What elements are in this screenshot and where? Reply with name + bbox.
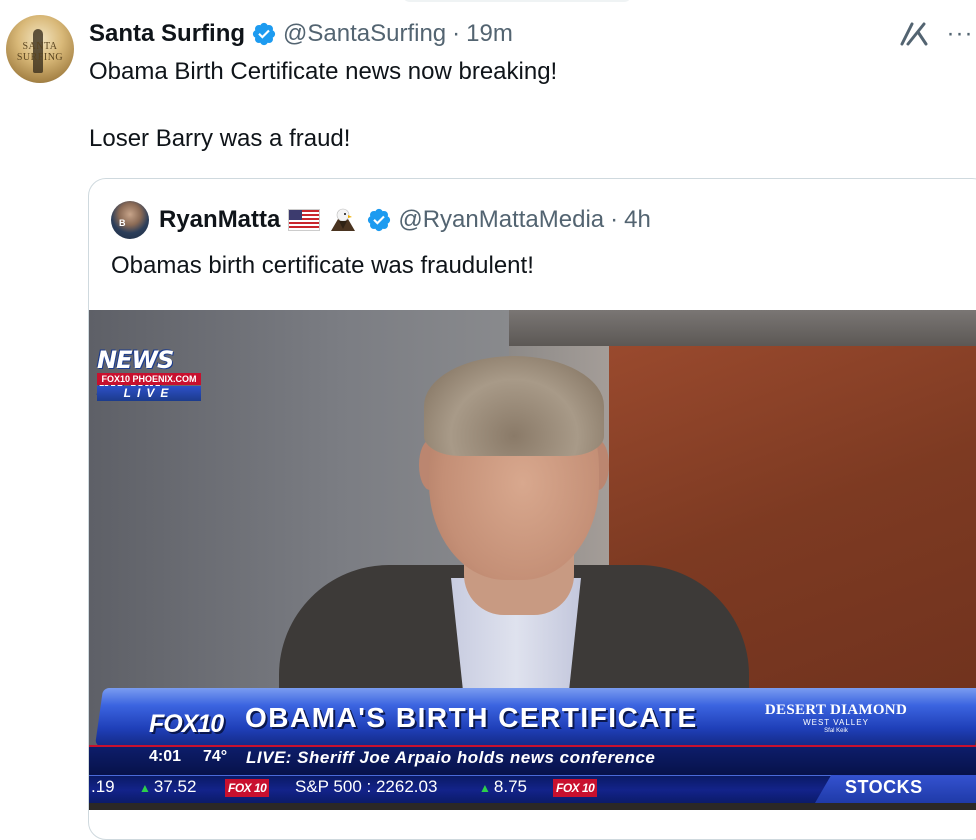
fox10-logo: FOX10 <box>149 710 224 738</box>
quoted-avatar-letter: B <box>119 218 126 228</box>
newsnow-live: LIVE <box>97 386 201 401</box>
author-display-name[interactable]: Santa Surfing <box>89 20 245 48</box>
tweet-text-line-1: Obama Birth Certificate news now breakin… <box>89 58 558 85</box>
ticker-up-arrow-icon: ▲ <box>479 781 491 795</box>
quoted-separator: · <box>610 206 619 233</box>
top-overlay-hint <box>402 0 632 2</box>
ticker-item-3: S&P 500 : 2262.03 <box>295 777 438 796</box>
newsnow-logo: NEWS NOW FOX10 PHOENIX.COM LIVE <box>97 346 201 402</box>
chyron-clock: 4:01 <box>149 748 182 765</box>
quoted-display-name[interactable]: RyanMatta <box>159 206 280 234</box>
avatar-text: SANTA SURFING <box>16 41 64 63</box>
quoted-handle[interactable]: @RyanMattaMedia <box>398 206 604 234</box>
ryanmatta-avatar[interactable]: B <box>111 201 149 239</box>
author-handle[interactable]: @SantaSurfing <box>283 20 446 48</box>
quoted-tweet-header: RyanMatta @RyanMattaMedia · 4h <box>159 203 651 237</box>
quoted-verified-badge-icon[interactable] <box>366 207 392 233</box>
eagle-icon <box>331 208 356 231</box>
more-options-icon[interactable]: ··· <box>944 18 976 50</box>
tweet-timestamp[interactable]: 19m <box>466 20 513 48</box>
tweet-header: Santa Surfing @SantaSurfing · 19m <box>89 18 513 50</box>
chyron-headline: OBAMA'S BIRTH CERTIFICATE <box>245 702 698 733</box>
quoted-tweet-card[interactable]: B RyanMatta @RyanMattaMedia · 4h Obamas … <box>88 178 976 840</box>
sponsor-sub: WEST VALLEY <box>803 718 869 727</box>
chyron-live-line: LIVE: Sheriff Joe Arpaio holds news conf… <box>246 748 656 767</box>
sponsor-small: Sfal Keik <box>824 728 848 734</box>
media-bottom-edge <box>89 803 976 810</box>
us-flag-icon <box>288 209 321 231</box>
quoted-tweet-media[interactable]: NEWS NOW FOX10 PHOENIX.COM LIVE FOX10 OB… <box>89 310 976 810</box>
quoted-tweet-text: Obamas birth certificate was fraudulent! <box>111 252 534 279</box>
scene-trim <box>509 310 976 346</box>
stocks-label: STOCKS <box>845 777 923 797</box>
chyron-temperature: 74° <box>203 748 228 765</box>
ticker-item-4: 8.75 <box>493 777 527 796</box>
sponsor-logo: DESERT DIAMOND WEST VALLEY Sfal Keik <box>761 692 911 738</box>
verified-badge-icon[interactable] <box>251 21 277 47</box>
header-separator: · <box>452 20 461 47</box>
newsnow-sub: FOX10 PHOENIX.COM <box>97 373 201 385</box>
ticker-item-2: 37.52 <box>153 777 197 796</box>
santa-surfing-avatar[interactable]: SANTA SURFING <box>6 15 74 83</box>
speaker-hair <box>424 356 604 456</box>
ticker-item-2-wrap: ▲ 37.52 <box>139 777 196 797</box>
tweet-text-line-2: Loser Barry was a fraud! <box>89 125 351 152</box>
quoted-timestamp[interactable]: 4h <box>624 206 651 234</box>
ticker-item-4-wrap: ▲ 8.75 <box>479 777 527 797</box>
ticker-fox-badge-1: FOX 10 <box>225 779 270 797</box>
ticker-item-1: .19 <box>91 777 115 796</box>
ticker-up-arrow-icon: ▲ <box>139 781 151 795</box>
newsnow-title: NEWS NOW <box>97 346 174 402</box>
grok-icon[interactable] <box>898 18 930 50</box>
ticker-fox-badge-2: FOX 10 <box>553 779 598 797</box>
sponsor-name: DESERT DIAMOND <box>764 702 908 718</box>
